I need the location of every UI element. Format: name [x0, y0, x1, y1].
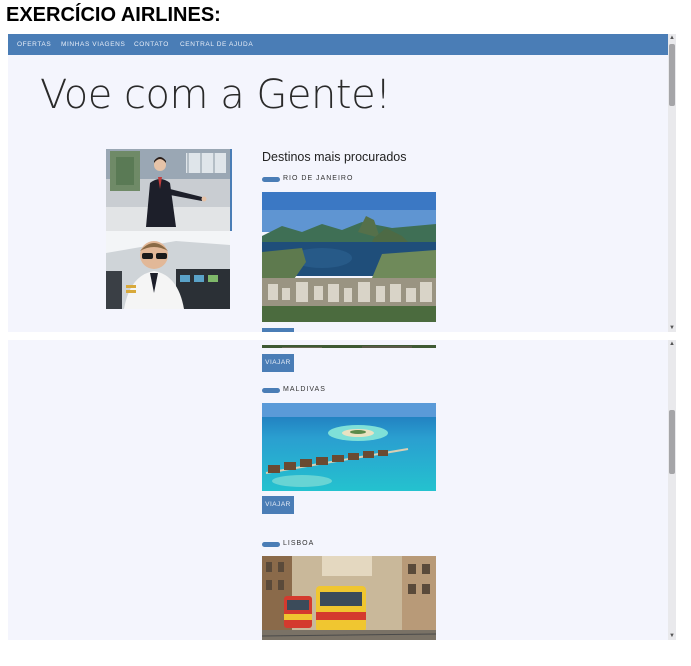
browser-viewport-top: OFERTAS MINHAS VIAGENS CONTATO CENTRAL D…	[8, 34, 676, 332]
flight-attendant-photo	[106, 149, 230, 231]
staff-photo-column	[106, 149, 232, 309]
scroll-down-icon[interactable]: ▼	[668, 632, 676, 640]
label-pill-icon	[262, 542, 280, 547]
browser-viewport-scrolled: VIAJAR MALDIVAS VIAJAR LISBOA ▲ ▼	[8, 340, 676, 640]
lisboa-photo	[262, 556, 436, 640]
scrollbar-top[interactable]: ▲ ▼	[668, 34, 676, 332]
scrollbar-bottom[interactable]: ▲ ▼	[668, 340, 676, 640]
rio-de-janeiro-photo	[262, 192, 436, 322]
panel-divider	[8, 332, 676, 340]
pilot-photo	[106, 231, 230, 309]
hero-title: Voe com a Gente!	[40, 72, 391, 118]
scroll-down-icon[interactable]: ▼	[668, 324, 676, 332]
rio-photo-bottom-edge	[262, 340, 436, 348]
destination-name: MALDIVAS	[283, 386, 326, 393]
destination-name: RIO DE JANEIRO	[283, 175, 354, 182]
viajar-button-maldivas[interactable]: VIAJAR	[262, 496, 294, 514]
nav-item-minhas-viagens[interactable]: MINHAS VIAGENS	[61, 34, 125, 55]
scrollbar-thumb[interactable]	[669, 410, 675, 474]
maldivas-photo	[262, 403, 436, 491]
label-pill-icon	[262, 177, 280, 182]
nav-item-ofertas[interactable]: OFERTAS	[17, 34, 51, 55]
scroll-up-icon[interactable]: ▲	[668, 34, 676, 42]
scrollbar-thumb[interactable]	[669, 44, 675, 106]
viajar-button-rio-scrolled[interactable]: VIAJAR	[262, 354, 294, 372]
nav-item-central-de-ajuda[interactable]: CENTRAL DE AJUDA	[180, 34, 253, 55]
page-heading: EXERCÍCIO AIRLINES:	[6, 4, 221, 26]
nav-item-contato[interactable]: CONTATO	[134, 34, 169, 55]
top-navbar: OFERTAS MINHAS VIAGENS CONTATO CENTRAL D…	[8, 34, 668, 55]
scroll-up-icon[interactable]: ▲	[668, 340, 676, 348]
destination-name: LISBOA	[283, 540, 315, 547]
destinations-title: Destinos mais procurados	[262, 150, 407, 164]
photo-accent-bar	[230, 149, 232, 231]
label-pill-icon	[262, 388, 280, 393]
